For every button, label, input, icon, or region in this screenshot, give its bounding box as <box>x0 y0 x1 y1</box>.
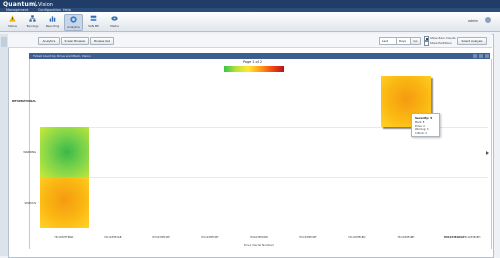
tool-status[interactable]: Status <box>4 14 21 29</box>
scalar-browser-button[interactable]: Scalar Browser <box>61 37 89 45</box>
range-select[interactable]: Last <box>379 37 397 45</box>
tool-media-label: Media <box>110 24 119 28</box>
sidebar-tab[interactable] <box>1 37 7 47</box>
app-title: Vision <box>38 1 53 8</box>
tooltip-line: Critical: 2 <box>415 131 427 135</box>
show-partitions-label: Show Partitions <box>430 41 452 45</box>
column-label: HU1030TTRWA <box>54 236 74 239</box>
x-axis-title: Drive (Serial Number) <box>243 243 275 247</box>
go-button[interactable]: Go <box>410 37 421 45</box>
column-label: HU1033E1EH <box>463 236 481 239</box>
page-indicator: Page 1 of 2 <box>243 60 263 64</box>
tool-san-mp-label: SAN MP <box>88 24 99 28</box>
column-label: HU1033E1GB <box>104 236 122 239</box>
tool-analytics-label: Analytics <box>67 25 80 29</box>
analytics-icon <box>70 16 77 23</box>
row-label-serious: SERIOUS <box>24 202 36 205</box>
column-label: HU1033E1BQ <box>348 236 366 239</box>
column-label: HU1033E1NW <box>250 236 268 239</box>
period-select[interactable]: Days <box>396 37 411 45</box>
column-label: HU1033E1BH <box>397 236 415 239</box>
heatmap-cell-warning-hu1030ttrwa[interactable] <box>40 127 89 177</box>
tool-reporting-label: Reporting <box>45 24 60 28</box>
reporting-icon <box>49 16 56 22</box>
show-zero-counts-label: Show Zero Counts <box>430 36 456 40</box>
main-toolbar: Status Topology Reporting Analytics SAN … <box>0 12 500 32</box>
column-label: HU1033E1WF <box>201 236 219 239</box>
column-label: HU1033E1WF <box>299 236 317 239</box>
select-analysis-button[interactable]: Select Analysis <box>457 37 487 45</box>
tool-san-mp[interactable]: SAN MP <box>85 14 102 29</box>
color-scale-legend <box>224 66 284 72</box>
cell-tooltip: Severity: 5 Mark: 8 Drive: 2 Warning: 3 … <box>411 113 440 137</box>
brand-logo: Quantum. <box>3 1 38 8</box>
title-divider <box>35 1 36 7</box>
avatar[interactable] <box>485 17 491 23</box>
show-partitions-checkbox[interactable] <box>424 41 429 46</box>
title-bar: Quantum. Vision <box>0 0 500 8</box>
tool-reporting[interactable]: Reporting <box>44 14 61 29</box>
topology-icon <box>29 15 36 22</box>
tool-media[interactable]: Media <box>106 14 123 29</box>
san-icon <box>90 15 97 21</box>
close-icon[interactable] <box>485 54 489 58</box>
analytics-control-bar: Analytics Scalar Browser Browse Set Last… <box>8 34 492 48</box>
tool-topology-label: Topology <box>26 24 39 28</box>
minimize-icon[interactable] <box>473 54 477 58</box>
tool-status-label: Status <box>8 24 17 28</box>
row-label-warning: WARNING <box>23 151 36 154</box>
sidebar <box>0 34 8 256</box>
grid-line <box>40 177 488 178</box>
browse-set-button[interactable]: Browse Set <box>90 37 114 45</box>
user-name[interactable]: admin <box>468 19 478 23</box>
tool-analytics[interactable]: Analytics <box>64 14 83 31</box>
scroll-right-icon[interactable] <box>486 151 489 155</box>
maximize-icon[interactable] <box>479 54 483 58</box>
tooltip-title: Severity: 5 <box>415 116 433 120</box>
row-label-informational: INFORMATIONAL <box>11 100 36 103</box>
warning-icon <box>9 15 16 22</box>
column-label: HU1033E1WP <box>152 236 170 239</box>
heatmap-cell-serious-hu1030ttrwa[interactable] <box>40 177 89 228</box>
tool-topology[interactable]: Topology <box>24 14 41 29</box>
analytics-button[interactable]: Analytics <box>38 37 60 45</box>
media-icon <box>111 16 118 21</box>
